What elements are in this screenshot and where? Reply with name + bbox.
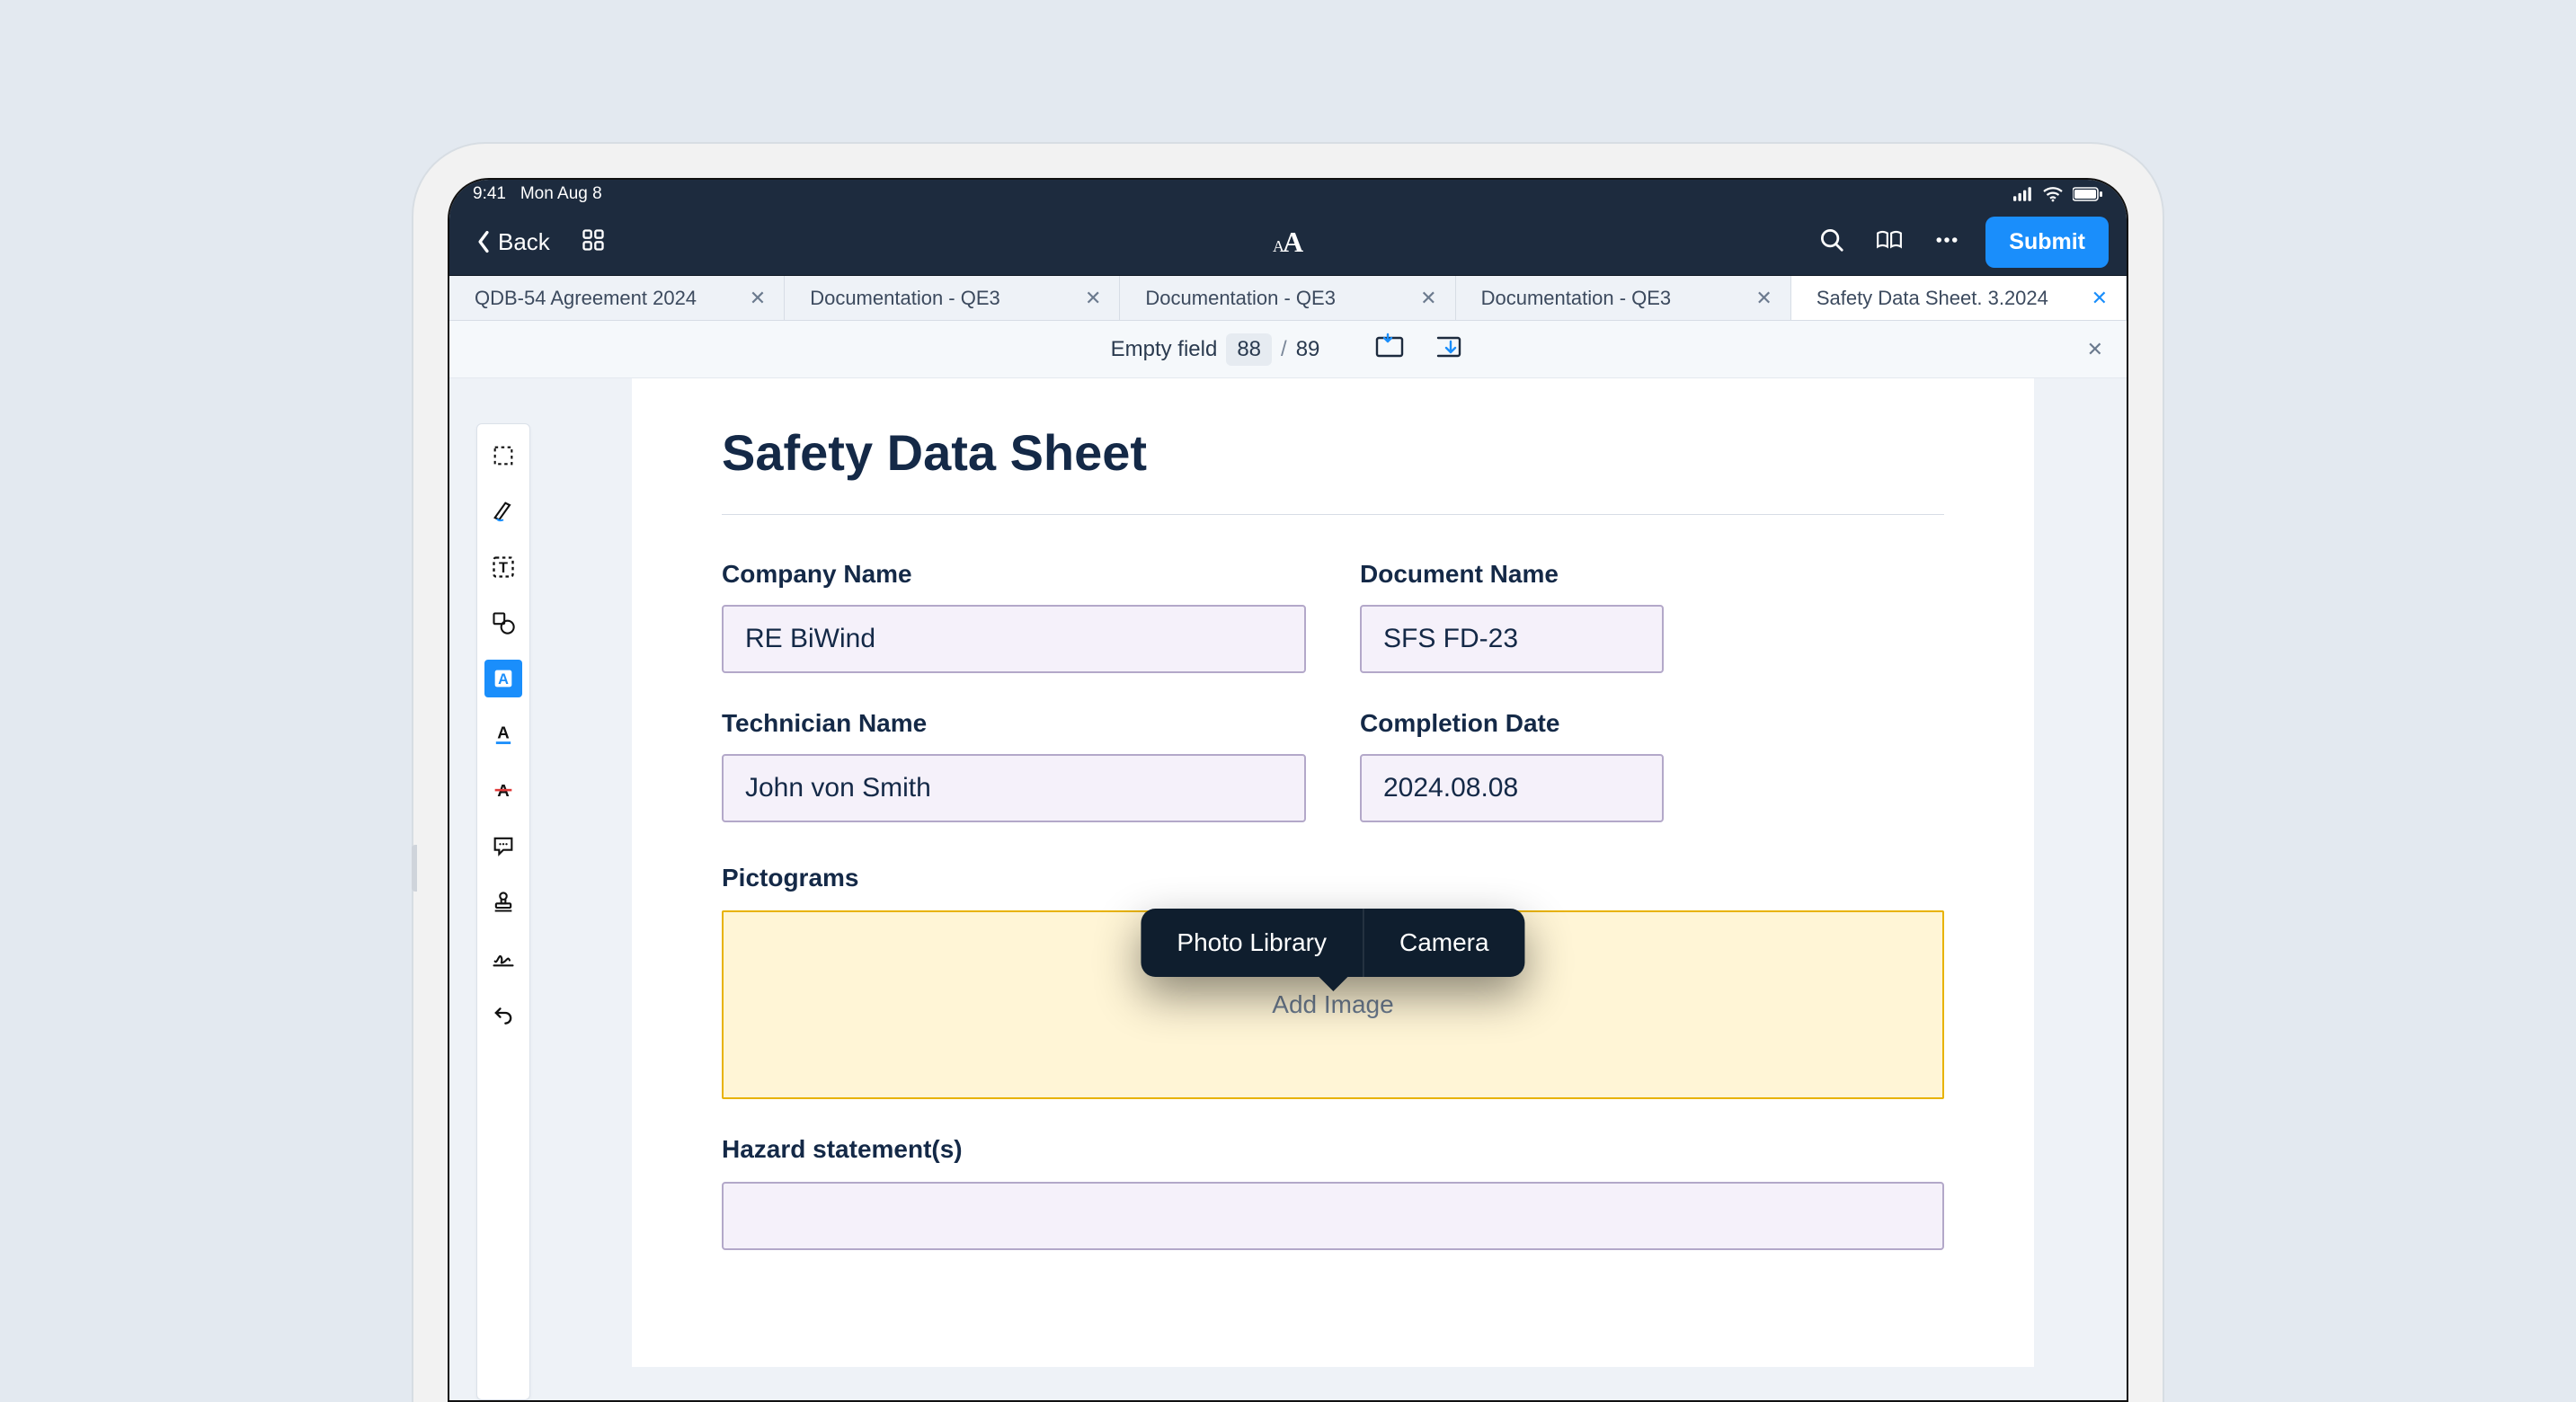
wifi-icon (2042, 186, 2064, 202)
prev-field-button[interactable] (1373, 333, 1406, 366)
document-name-input[interactable] (1360, 605, 1664, 673)
strikethrough-tool[interactable]: A (484, 771, 522, 809)
field-current: 88 (1226, 333, 1272, 366)
tab-0[interactable]: QDB-54 Agreement 2024 ✕ (449, 276, 785, 320)
search-button[interactable] (1813, 221, 1851, 263)
tab-label: Documentation - QE3 (810, 287, 1000, 310)
tab-3[interactable]: Documentation - QE3 ✕ (1456, 276, 1791, 320)
field-nav-label: Empty field (1111, 337, 1218, 362)
text-tool[interactable]: T (484, 548, 522, 586)
close-icon[interactable]: ✕ (750, 287, 766, 310)
device-side-button (412, 845, 417, 892)
photo-library-option[interactable]: Photo Library (1141, 909, 1363, 977)
close-icon[interactable]: ✕ (1420, 287, 1436, 310)
status-time-date: 9:41 Mon Aug 8 (473, 184, 602, 204)
tab-label: Documentation - QE3 (1481, 287, 1672, 310)
tab-label: Safety Data Sheet. 3.2024 (1817, 287, 2048, 310)
tab-label: Documentation - QE3 (1145, 287, 1336, 310)
status-bar: 9:41 Mon Aug 8 (449, 180, 2127, 209)
company-name-input[interactable] (722, 605, 1306, 673)
hazard-label: Hazard statement(s) (722, 1135, 1944, 1164)
close-icon[interactable]: ✕ (1755, 287, 1772, 310)
grid-view-button[interactable] (573, 220, 613, 264)
signature-tool[interactable] (484, 938, 522, 976)
undo-tool[interactable] (484, 994, 522, 1032)
shape-tool[interactable] (484, 604, 522, 642)
technician-name-input[interactable] (722, 754, 1306, 822)
top-nav: Back AA (449, 209, 2127, 276)
document: Safety Data Sheet Company Name Document … (632, 378, 2034, 1367)
image-source-popover: Photo Library Camera (1141, 909, 1524, 977)
back-label: Back (498, 228, 550, 256)
underline-tool[interactable]: A (484, 715, 522, 753)
comment-tool[interactable] (484, 827, 522, 865)
completion-date-input[interactable] (1360, 754, 1664, 822)
tab-2[interactable]: Documentation - QE3 ✕ (1120, 276, 1455, 320)
tab-label: QDB-54 Agreement 2024 (475, 287, 697, 310)
add-image-placeholder: Add Image (1272, 990, 1393, 1019)
tool-rail: T A A A (449, 378, 557, 1400)
field-nav-bar: Empty field 88 / 89 ✕ (449, 321, 2127, 378)
company-name-label: Company Name (722, 560, 1306, 589)
hazard-input[interactable] (722, 1182, 1944, 1250)
highlighter-tool[interactable] (484, 492, 522, 530)
status-time: 9:41 (473, 184, 506, 203)
stamp-tool[interactable] (484, 883, 522, 920)
select-tool[interactable] (484, 437, 522, 475)
camera-option[interactable]: Camera (1364, 909, 1525, 977)
field-total: 89 (1296, 337, 1320, 362)
technician-name-label: Technician Name (722, 709, 1306, 738)
tool-card: T A A A (476, 423, 530, 1400)
document-container: Safety Data Sheet Company Name Document … (557, 378, 2127, 1400)
completion-date-label: Completion Date (1360, 709, 1944, 738)
more-button[interactable] (1928, 221, 1966, 263)
divider (722, 514, 1944, 515)
page-title: Safety Data Sheet (722, 423, 1944, 482)
app-logo: AA (1273, 226, 1303, 259)
signal-icon (2013, 187, 2033, 201)
tab-1[interactable]: Documentation - QE3 ✕ (785, 276, 1120, 320)
ipad-screen: 9:41 Mon Aug 8 (448, 178, 2128, 1402)
status-date: Mon Aug 8 (520, 184, 602, 203)
battery-icon (2073, 187, 2103, 201)
document-name-label: Document Name (1360, 560, 1944, 589)
fill-tool[interactable]: A (484, 660, 522, 697)
close-icon[interactable]: ✕ (1085, 287, 1101, 310)
svg-text:A: A (498, 671, 509, 688)
tab-bar: QDB-54 Agreement 2024 ✕ Documentation - … (449, 276, 2127, 321)
ipad-frame: 9:41 Mon Aug 8 (413, 144, 2163, 1402)
next-field-button[interactable] (1433, 333, 1465, 366)
close-icon[interactable]: ✕ (2092, 287, 2108, 310)
workspace: T A A A (449, 378, 2127, 1400)
svg-text:T: T (499, 560, 508, 576)
svg-text:A: A (497, 723, 509, 742)
tab-4[interactable]: Safety Data Sheet. 3.2024 ✕ (1791, 276, 2127, 320)
pictograms-label: Pictograms (722, 864, 1944, 892)
submit-button[interactable]: Submit (1985, 217, 2109, 268)
back-button[interactable]: Back (467, 223, 559, 262)
reader-button[interactable] (1870, 221, 1908, 263)
close-fieldnav-button[interactable]: ✕ (2087, 338, 2103, 361)
